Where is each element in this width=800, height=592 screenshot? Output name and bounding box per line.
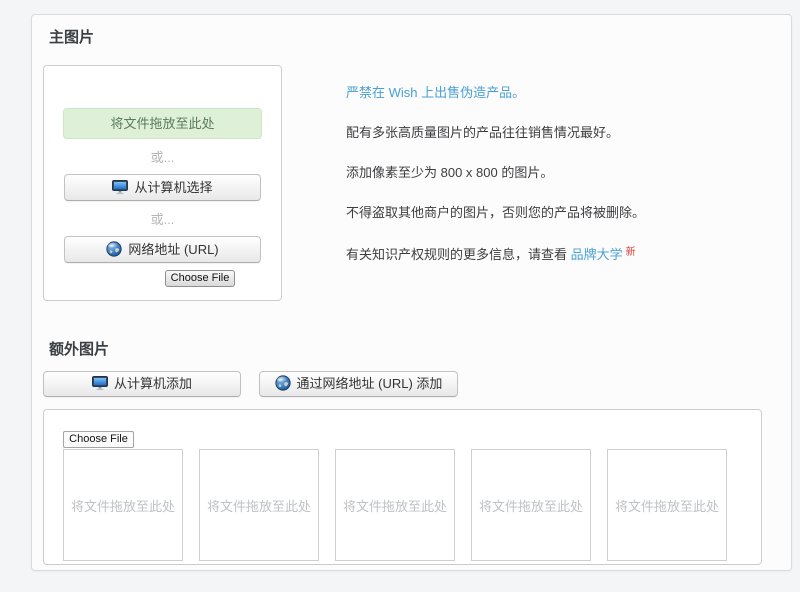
drop-zone-label: 将文件拖放至此处	[615, 496, 719, 515]
quality-tip: 配有多张高质量图片的产品往往销售情况最好。	[346, 126, 786, 140]
select-from-computer-button[interactable]: 从计算机选择	[64, 174, 261, 201]
image-upload-card: 主图片 将文件拖放至此处 或... 从计算机选择 或...	[31, 14, 792, 571]
resolution-tip: 添加像素至少为 800 x 800 的图片。	[346, 166, 786, 180]
main-image-upload-panel: 将文件拖放至此处 或... 从计算机选择 或...	[43, 65, 282, 301]
extra-drop-zone-2[interactable]: 将文件拖放至此处	[199, 449, 319, 561]
add-from-url-label: 通过网络地址 (URL) 添加	[297, 376, 443, 391]
url-upload-button[interactable]: 网络地址 (URL)	[64, 236, 261, 263]
add-from-computer-label: 从计算机添加	[114, 376, 192, 391]
ip-rules-tip: 有关知识产权规则的更多信息，请查看 品牌大学新	[346, 246, 786, 262]
globe-icon	[275, 375, 291, 391]
computer-icon	[112, 179, 128, 195]
main-drag-drop-zone[interactable]: 将文件拖放至此处	[63, 108, 262, 139]
extra-choose-file-input[interactable]: Choose File	[63, 431, 134, 448]
or-separator: 或...	[44, 150, 281, 166]
extra-drop-zone-4[interactable]: 将文件拖放至此处	[471, 449, 591, 561]
or-separator: 或...	[44, 212, 281, 228]
add-from-computer-button[interactable]: 从计算机添加	[43, 371, 241, 397]
computer-icon	[92, 375, 108, 391]
add-from-url-button[interactable]: 通过网络地址 (URL) 添加	[259, 371, 458, 397]
ip-rules-text: 有关知识产权规则的更多信息，请查看	[346, 247, 571, 262]
globe-icon	[106, 241, 122, 257]
drop-zone-label: 将文件拖放至此处	[343, 496, 447, 515]
drop-zone-label: 将文件拖放至此处	[71, 496, 175, 515]
no-stealing-tip: 不得盗取其他商户的图片，否则您的产品将被删除。	[346, 206, 786, 220]
main-images-title: 主图片	[49, 26, 94, 47]
extra-drop-zone-1[interactable]: 将文件拖放至此处	[63, 449, 183, 561]
extra-drop-zone-5[interactable]: 将文件拖放至此处	[607, 449, 727, 561]
select-from-computer-label: 从计算机选择	[134, 180, 212, 195]
drop-zone-label: 将文件拖放至此处	[207, 496, 311, 515]
url-upload-label: 网络地址 (URL)	[128, 242, 218, 257]
extra-images-panel: Choose File 将文件拖放至此处 将文件拖放至此处 将文件拖放至此处 将…	[43, 409, 762, 565]
main-choose-file-input[interactable]: Choose File	[165, 270, 235, 287]
brand-university-link[interactable]: 品牌大学	[571, 247, 623, 262]
new-badge: 新	[626, 247, 636, 258]
drop-zone-label: 将文件拖放至此处	[479, 496, 583, 515]
image-guidelines: 严禁在 Wish 上出售伪造产品。 配有多张高质量图片的产品往往销售情况最好。 …	[346, 86, 786, 288]
extra-drop-zone-3[interactable]: 将文件拖放至此处	[335, 449, 455, 561]
counterfeit-policy-link[interactable]: 严禁在 Wish 上出售伪造产品。	[346, 86, 786, 100]
extra-images-title: 额外图片	[49, 338, 109, 359]
